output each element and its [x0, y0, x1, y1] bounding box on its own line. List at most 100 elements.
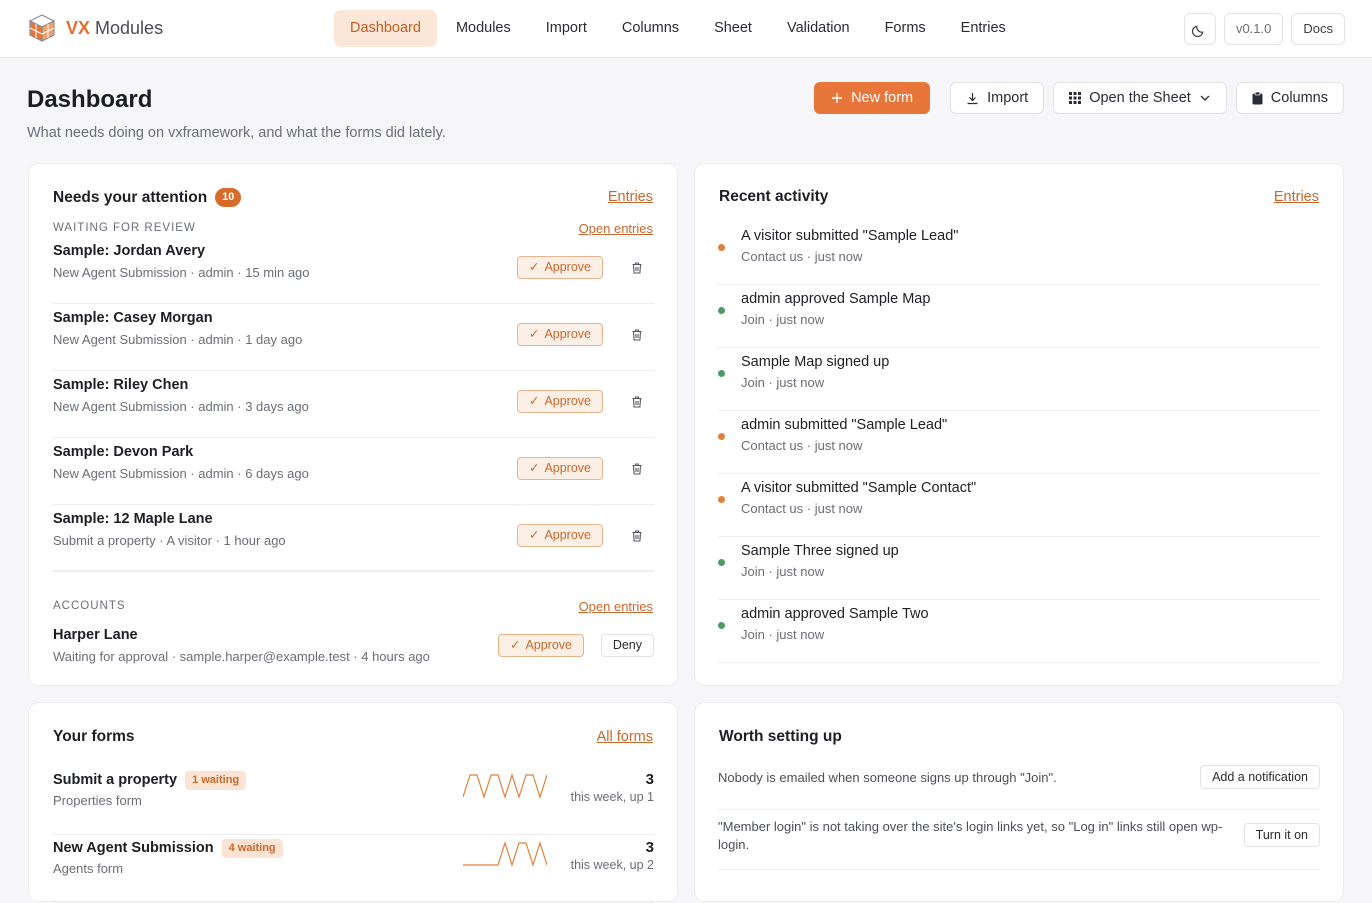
import-button[interactable]: Import: [950, 82, 1045, 114]
trash-icon[interactable]: [630, 328, 644, 342]
activity-row-title: admin approved Sample Map: [741, 291, 931, 307]
setup-row-text: Nobody is emailed when someone signs up …: [718, 770, 1057, 785]
page-subtitle: What needs doing on vxframework, and wha…: [27, 125, 446, 141]
approve-button[interactable]: ✓ Approve: [516, 390, 603, 413]
check-icon: ✓: [528, 528, 540, 542]
turn-it-on-button[interactable]: Turn it on: [1243, 823, 1320, 847]
form-row[interactable]: Submit a property 1 waiting Properties fo…: [53, 767, 654, 835]
nav-entries[interactable]: Entries: [945, 10, 1022, 47]
form-row-subtitle: Properties form: [53, 793, 142, 808]
approve-account-button[interactable]: ✓ Approve: [497, 634, 584, 657]
brand[interactable]: VX Modules: [27, 13, 163, 43]
top-bar: VX Modules Dashboard Modules Import Colu…: [0, 0, 1372, 58]
check-icon: ✓: [528, 461, 540, 475]
sparkline-series: [463, 773, 547, 799]
theme-toggle-button[interactable]: [1183, 13, 1216, 45]
activity-row: A visitor submitted "Sample Contact" Cont…: [718, 474, 1320, 537]
approve-button[interactable]: ✓ Approve: [516, 524, 603, 547]
open-sheet-button[interactable]: Open the Sheet: [1053, 82, 1227, 114]
form-row-title: Submit a property 1 waiting: [53, 771, 247, 790]
new-form-button[interactable]: New form: [814, 82, 931, 114]
activity-title: Recent activity: [719, 188, 829, 205]
nav-dashboard[interactable]: Dashboard: [334, 10, 437, 47]
nav-validation[interactable]: Validation: [771, 10, 866, 47]
form-row-title: New Agent Submission 4 waiting: [53, 839, 283, 858]
check-icon: ✓: [528, 327, 540, 341]
all-forms-link[interactable]: All forms: [597, 729, 653, 745]
activity-row-title: admin approved Sample Two: [741, 606, 929, 622]
new-form-label: New form: [851, 90, 914, 106]
form-row[interactable]: New Agent Submission 4 waiting Agents for…: [53, 835, 654, 903]
attention-title: Needs your attention 10: [53, 188, 242, 207]
status-dot-icon: [718, 496, 725, 503]
status-dot-icon: [718, 244, 725, 251]
setup-row: Nobody is emailed when someone signs up …: [718, 765, 1320, 810]
activity-row: Sample Map signed up Join · just now: [718, 348, 1320, 411]
review-open-entries-link[interactable]: Open entries: [579, 221, 653, 236]
nav-forms[interactable]: Forms: [869, 10, 942, 47]
review-row-title: Sample: Casey Morgan: [53, 310, 213, 326]
approve-button[interactable]: ✓ Approve: [516, 323, 603, 346]
accounts-section-label: ACCOUNTS: [53, 600, 126, 612]
trash-icon[interactable]: [630, 261, 644, 275]
attention-entries-link[interactable]: Entries: [608, 189, 653, 205]
nav-modules[interactable]: Modules: [440, 10, 527, 47]
review-row: Sample: Devon Park New Agent Submission …: [53, 438, 654, 505]
status-dot-icon: [718, 622, 725, 629]
moon-icon: [1192, 25, 1204, 37]
approve-button[interactable]: ✓ Approve: [516, 457, 603, 480]
import-label: Import: [987, 90, 1029, 106]
review-row: Sample: Jordan Avery New Agent Submissio…: [53, 237, 654, 304]
activity-row-meta: Join · just now: [741, 375, 825, 390]
review-row: Sample: Casey Morgan New Agent Submissio…: [53, 304, 654, 371]
accounts-open-entries-link[interactable]: Open entries: [579, 599, 653, 614]
waiting-badge: 1 waiting: [185, 771, 247, 790]
activity-row: A visitor submitted "Sample Lead" Contact…: [718, 222, 1320, 285]
activity-row: admin submitted "Sample Lead" Contact us …: [718, 411, 1320, 474]
main-nav: Dashboard Modules Import Columns Sheet V…: [334, 10, 1025, 47]
nav-import[interactable]: Import: [530, 10, 603, 47]
setup-title: Worth setting up: [719, 728, 842, 745]
top-right-controls: v0.1.0 Docs: [1183, 13, 1345, 45]
version-badge[interactable]: v0.1.0: [1223, 13, 1284, 45]
columns-button[interactable]: Columns: [1235, 82, 1344, 114]
trash-icon[interactable]: [630, 395, 644, 409]
trash-icon[interactable]: [630, 529, 644, 543]
activity-row-title: A visitor submitted "Sample Contact": [741, 480, 977, 496]
deny-account-button[interactable]: Deny: [600, 634, 654, 657]
form-trend: this week, up 2: [570, 858, 654, 872]
add-notification-button[interactable]: Add a notification: [1200, 765, 1320, 789]
grid-icon: [1069, 92, 1082, 104]
review-row-meta: New Agent Submission · admin · 1 day ago: [53, 332, 303, 347]
setup-row-text: "Member login" is not taking over the si…: [718, 819, 1223, 852]
account-meta: Waiting for approval · sample.harper@exa…: [53, 649, 430, 664]
review-row-meta: New Agent Submission · admin · 6 days ag…: [53, 466, 309, 481]
activity-row-title: Sample Map signed up: [741, 354, 890, 370]
approve-button[interactable]: ✓ Approve: [516, 256, 603, 279]
setup-card: Worth setting up Nobody is emailed when …: [694, 702, 1344, 902]
nav-sheet[interactable]: Sheet: [698, 10, 768, 47]
activity-row-title: Sample Three signed up: [741, 543, 899, 559]
status-dot-icon: [718, 307, 725, 314]
attention-card: Needs your attention 10 Entries WAITING F…: [28, 163, 678, 686]
form-row-subtitle: Agents form: [53, 861, 124, 876]
nav-columns[interactable]: Columns: [606, 10, 695, 47]
form-count: 3: [645, 839, 654, 856]
review-row-title: Sample: Devon Park: [53, 444, 194, 460]
trash-icon[interactable]: [630, 462, 644, 476]
review-row-title: Sample: 12 Maple Lane: [53, 511, 213, 527]
activity-entries-link[interactable]: Entries: [1274, 189, 1319, 205]
forms-card: Your forms All forms Submit a property 1 …: [28, 702, 678, 903]
review-row: Sample: Riley Chen New Agent Submission …: [53, 371, 654, 438]
activity-row-title: admin submitted "Sample Lead": [741, 417, 948, 433]
review-row-title: Sample: Riley Chen: [53, 377, 189, 393]
sparkline: [463, 773, 547, 799]
review-section-label: WAITING FOR REVIEW: [53, 222, 196, 234]
review-row: Sample: 12 Maple Lane Submit a property …: [53, 505, 654, 572]
page-actions: New form Import Open the Sheet Columns: [814, 82, 1344, 114]
sparkline-series: [463, 841, 547, 867]
activity-row-meta: Join · just now: [741, 564, 825, 579]
forms-title: Your forms: [53, 728, 135, 745]
attention-count-badge: 10: [215, 188, 242, 207]
docs-button[interactable]: Docs: [1291, 13, 1345, 45]
